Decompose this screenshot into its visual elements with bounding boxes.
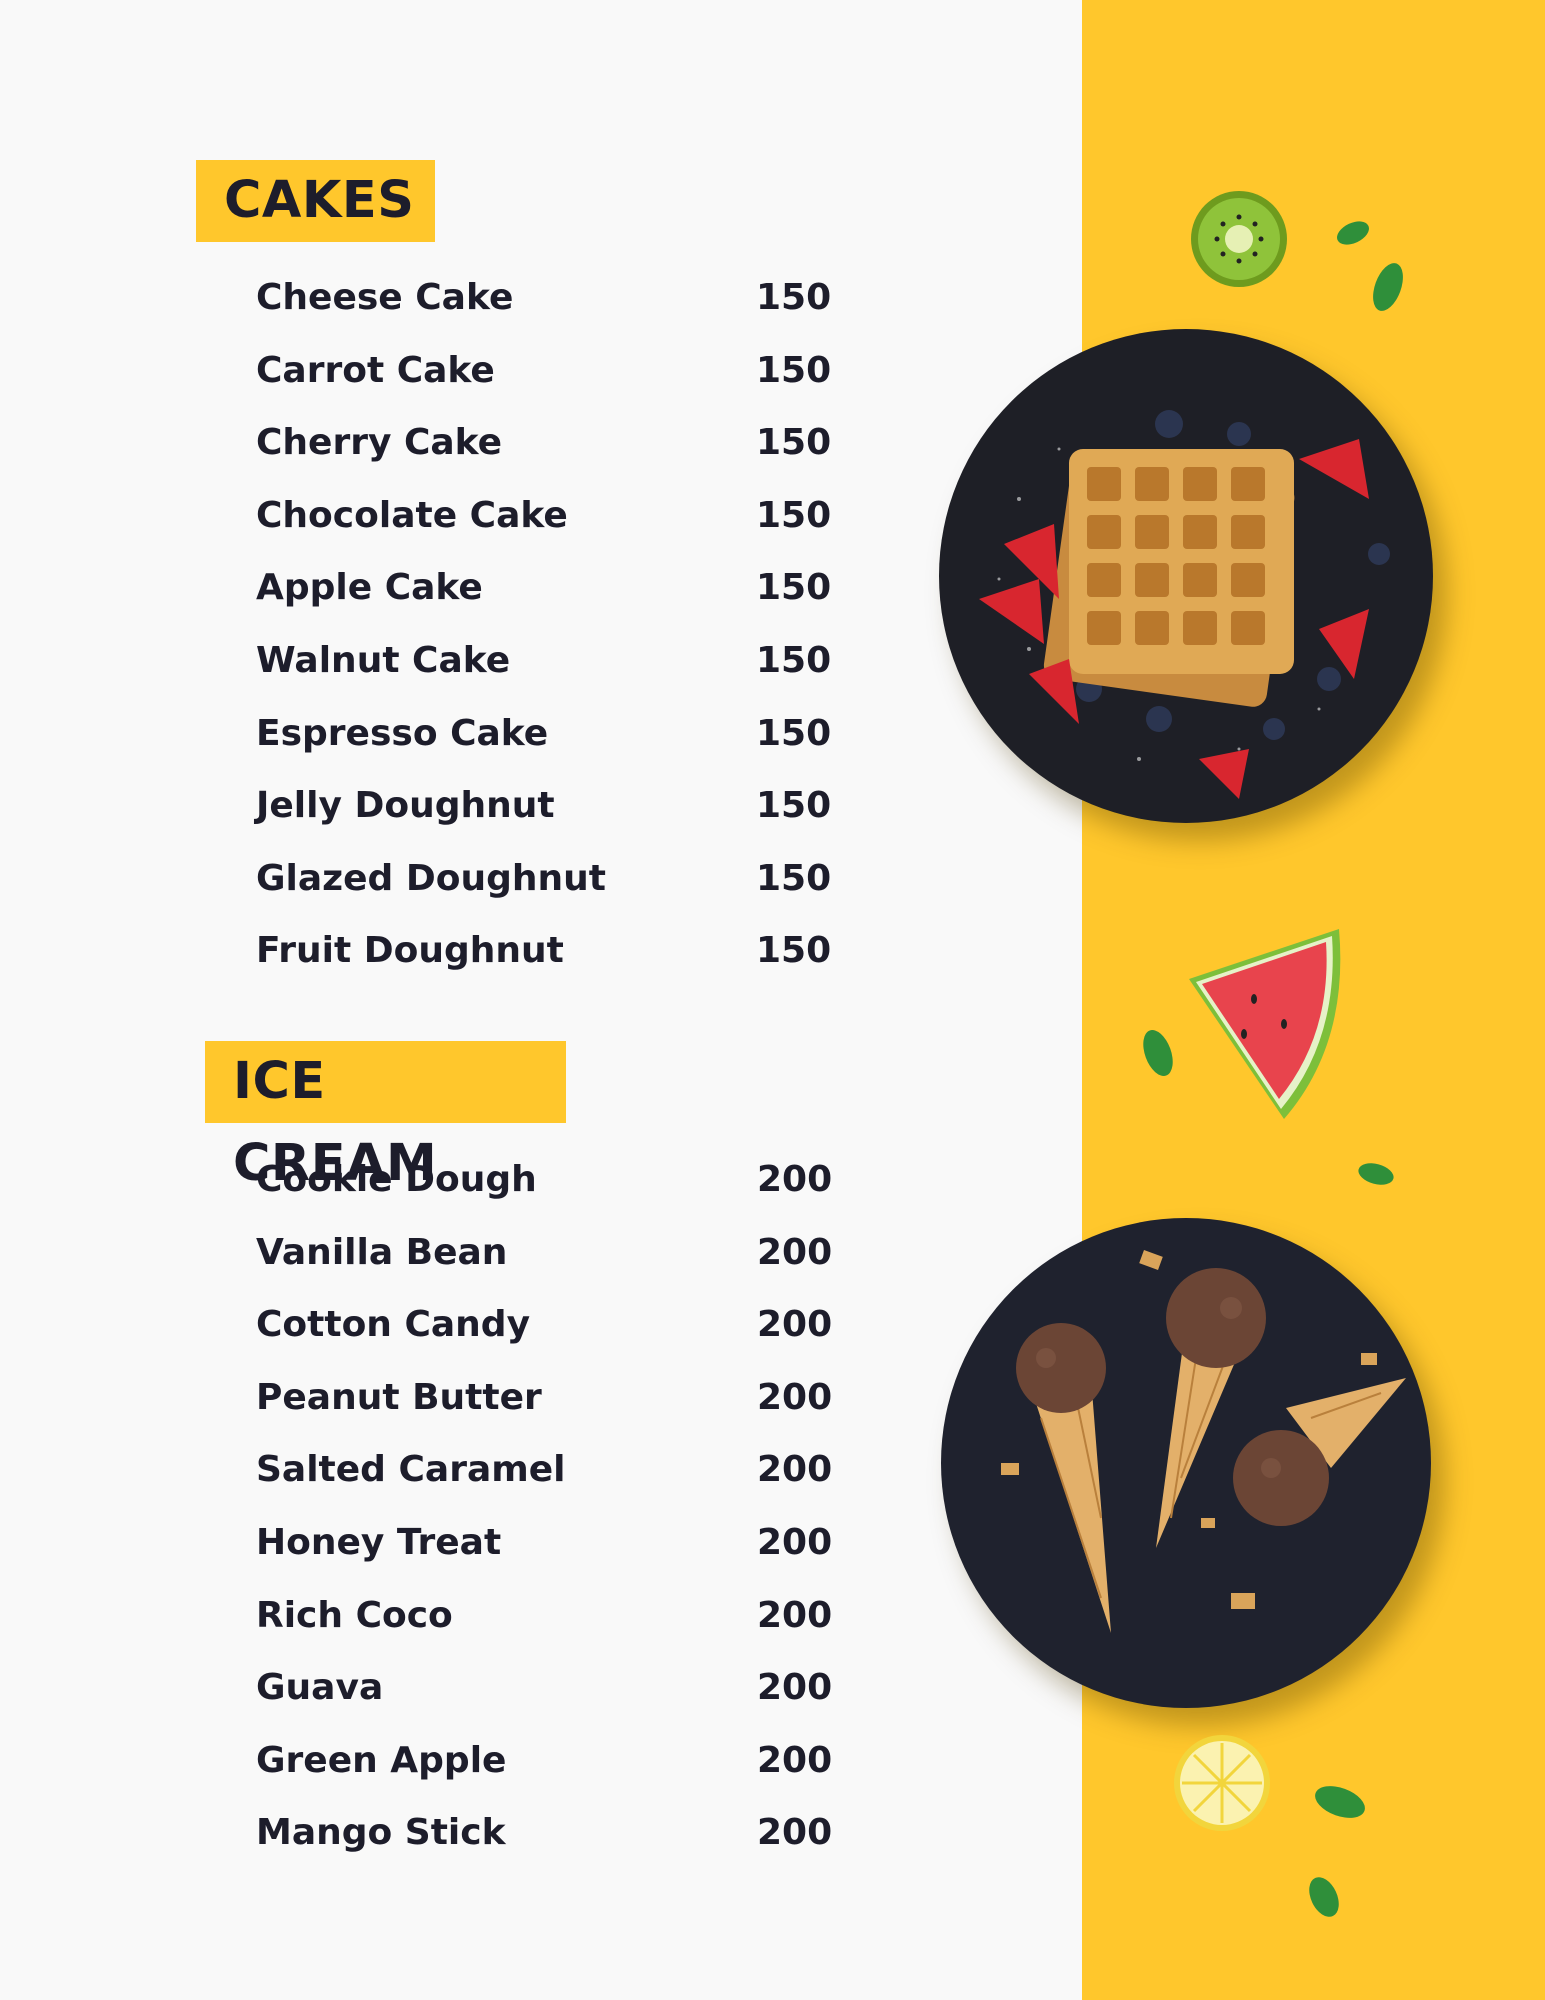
list-item: Fruit Doughnut 150: [256, 915, 856, 988]
list-item: Chocolate Cake 150: [256, 480, 856, 553]
ice-cream-section-title: ICE CREAM: [205, 1041, 566, 1193]
item-name: Carrot Cake: [256, 349, 495, 391]
item-price: 150: [756, 639, 832, 681]
ice-cream-menu-list: Cookie Dough 200 Vanilla Bean 200 Cotton…: [256, 1144, 856, 1870]
item-price: 150: [756, 349, 832, 391]
item-price: 150: [756, 422, 832, 464]
item-price: 150: [756, 930, 832, 972]
item-name: Apple Cake: [256, 567, 483, 609]
lemon-slice-image: [1174, 1735, 1270, 1831]
item-name: Chocolate Cake: [256, 494, 568, 536]
mint-leaf-image: [1315, 1786, 1365, 1818]
list-item: Apple Cake 150: [256, 552, 856, 625]
item-name: Green Apple: [256, 1739, 507, 1781]
list-item: Glazed Doughnut 150: [256, 843, 856, 916]
item-price: 200: [757, 1594, 833, 1636]
list-item: Guava 200: [256, 1652, 856, 1725]
list-item: Cotton Candy 200: [256, 1289, 856, 1362]
item-price: 150: [756, 567, 832, 609]
waffle-illustration: [979, 410, 1390, 799]
mint-leaf-image: [1309, 1877, 1339, 1917]
list-item: Cheese Cake 150: [256, 262, 856, 335]
list-item: Walnut Cake 150: [256, 625, 856, 698]
item-price: 200: [757, 1521, 833, 1563]
item-price: 150: [756, 494, 832, 536]
waffle-plate-image: [939, 329, 1433, 823]
item-price: 200: [757, 1739, 833, 1781]
item-price: 200: [757, 1159, 833, 1200]
item-name: Espresso Cake: [256, 712, 549, 754]
item-name: Peanut Butter: [256, 1376, 542, 1418]
mint-leaf-image: [1143, 1030, 1173, 1076]
list-item: Cherry Cake 150: [256, 407, 856, 480]
item-name: Cookie Dough: [256, 1159, 537, 1200]
list-item: Peanut Butter 200: [256, 1362, 856, 1435]
item-name: Cotton Candy: [256, 1304, 531, 1346]
list-item: Cookie Dough 200: [256, 1144, 856, 1217]
item-name: Guava: [256, 1667, 384, 1709]
item-price: 200: [757, 1231, 833, 1273]
item-price: 200: [757, 1304, 833, 1346]
item-name: Vanilla Bean: [256, 1231, 508, 1273]
item-name: Cherry Cake: [256, 422, 503, 464]
list-item: Jelly Doughnut 150: [256, 770, 856, 843]
item-name: Mango Stick: [256, 1812, 506, 1854]
list-item: Green Apple 200: [256, 1725, 856, 1798]
item-price: 200: [757, 1812, 833, 1854]
mint-leaf-image: [1358, 1163, 1394, 1185]
item-price: 200: [757, 1449, 833, 1491]
list-item: Vanilla Bean 200: [256, 1217, 856, 1290]
cakes-section-title: CAKES: [196, 160, 435, 242]
item-name: Rich Coco: [256, 1594, 453, 1636]
cakes-menu-list: Cheese Cake 150 Carrot Cake 150 Cherry C…: [256, 262, 856, 988]
list-item: Honey Treat 200: [256, 1507, 856, 1580]
ice-cream-plate-image: [941, 1218, 1431, 1708]
mint-leaf-image: [1373, 263, 1403, 311]
mint-leaf-image: [1337, 221, 1369, 245]
item-name: Fruit Doughnut: [256, 930, 564, 972]
item-price: 150: [756, 785, 832, 827]
item-price: 150: [756, 277, 832, 318]
item-price: 200: [757, 1667, 833, 1709]
item-name: Honey Treat: [256, 1521, 502, 1563]
item-name: Cheese Cake: [256, 277, 514, 318]
item-name: Jelly Doughnut: [256, 785, 555, 827]
ice-cream-cones-illustration: [1001, 1250, 1406, 1633]
watermelon-slice-image: [1189, 929, 1341, 1119]
item-name: Glazed Doughnut: [256, 857, 606, 899]
list-item: Mango Stick 200: [256, 1797, 856, 1870]
list-item: Espresso Cake 150: [256, 698, 856, 771]
list-item: Rich Coco 200: [256, 1580, 856, 1653]
item-price: 200: [757, 1376, 833, 1418]
item-name: Salted Caramel: [256, 1449, 566, 1491]
item-price: 150: [756, 857, 832, 899]
kiwi-slice-image: [1191, 191, 1287, 287]
list-item: Salted Caramel 200: [256, 1434, 856, 1507]
list-item: Carrot Cake 150: [256, 335, 856, 408]
item-name: Walnut Cake: [256, 639, 511, 681]
item-price: 150: [756, 712, 832, 754]
